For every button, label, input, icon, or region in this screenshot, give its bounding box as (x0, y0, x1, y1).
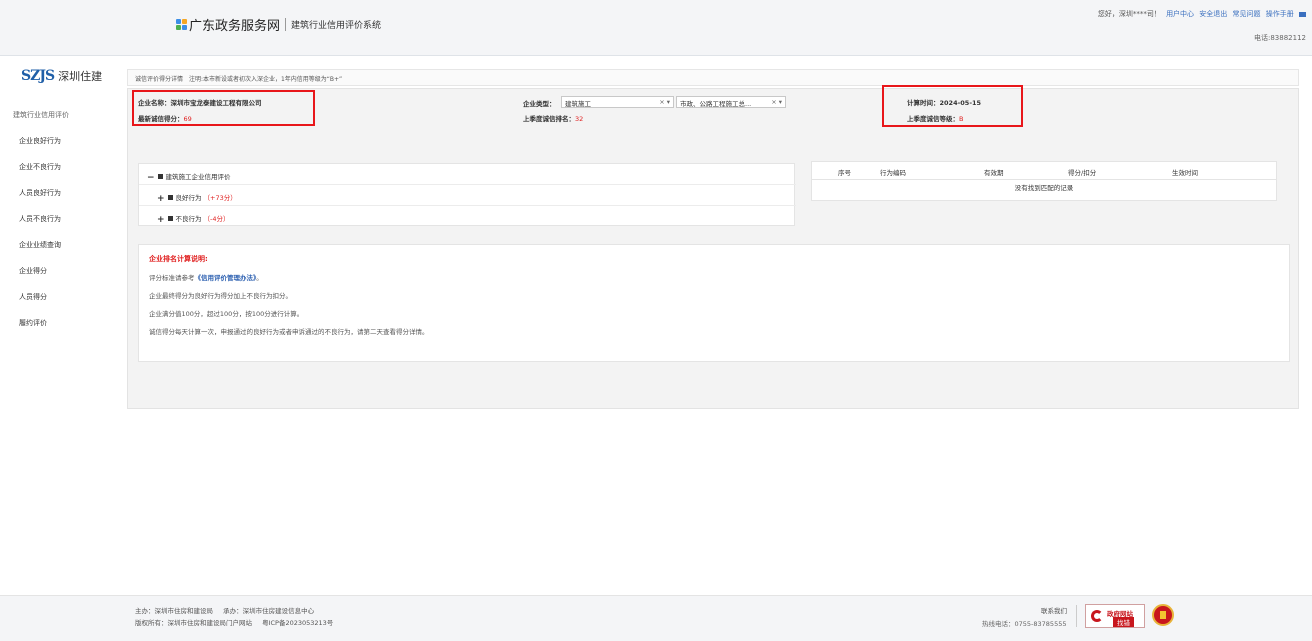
breadcrumb: 诚信评价得分详情 注明:本市新设或者初次入深企业，1年内信用等级为“B+” (127, 69, 1299, 86)
explanation-line-1: 评分标准请参考《信用评价管理办法》。 (149, 274, 263, 282)
tree-node-root[interactable]: − 建筑施工企业信用评价 (139, 164, 796, 185)
gov-badge-sub: 找错 (1113, 617, 1134, 627)
tree-bad-score: （-4分） (203, 215, 230, 223)
footer-organizer: 承办：深圳市住房建设信息中心 (223, 607, 315, 615)
qualification-value: 市政、公路工程施工总... (680, 100, 752, 108)
portal-logo[interactable]: 广东政务服务网 建筑行业信用评价系统 (176, 15, 381, 34)
user-links: 您好，深圳****司！ 用户中心 安全退出 常见问题 操作手册 (1098, 9, 1306, 19)
footer-icp[interactable]: 粤ICP备2023053213号 (262, 619, 333, 627)
tree-node-bad[interactable]: + 不良行为 （-4分） (139, 206, 796, 227)
explanation-title: 企业排名计算说明: (149, 255, 208, 263)
col-score[interactable]: 得分/扣分 (1068, 167, 1096, 177)
mail-icon[interactable] (1299, 11, 1306, 17)
folder-icon (167, 195, 173, 200)
breadcrumb-note: 注明:本市新设或者初次入深企业，1年内信用等级为“B+” (188, 76, 343, 83)
rank-row: 上季度诚信排名：32 (523, 113, 583, 123)
highlight-box-company (132, 90, 315, 126)
ranking-explanation: 企业排名计算说明: 评分标准请参考《信用评价管理办法》。 企业最终得分为良好行为… (138, 244, 1290, 362)
gov-site-error-badge[interactable]: 政府网站 找错 (1085, 604, 1145, 628)
clear-chevron-icon[interactable]: × ▾ (771, 98, 782, 106)
sidebar-item-person-bad[interactable]: 人员不良行为 (19, 214, 61, 224)
sidebar-item-performance-query[interactable]: 企业业绩查询 (19, 240, 61, 250)
company-type-select[interactable]: 建筑施工 × ▾ (561, 96, 674, 108)
gov-site-icon (1091, 610, 1103, 622)
explanation-line-3: 企业满分值100分，超过100分，按100分进行计算。 (149, 310, 304, 318)
manual-link[interactable]: 操作手册 (1266, 10, 1294, 18)
behavior-table: 序号 行为编码 有效期 得分/扣分 生效时间 没有找到匹配的记录 (811, 161, 1277, 201)
highlight-box-grade (882, 85, 1023, 127)
tree-good-label: 良好行为 (175, 194, 202, 202)
score-detail-panel: 企业名称：深圳市宝龙泰建设工程有限公司 最新诚信得分：69 企业类型： 建筑施工… (127, 85, 1299, 409)
sidebar-item-contract-evaluation[interactable]: 履约评价 (19, 318, 47, 328)
system-title: 建筑行业信用评价系统 (291, 21, 382, 31)
folder-icon (167, 216, 173, 221)
footer-copyright: 版权所有：深圳市住房和建设局门户网站 (135, 619, 252, 627)
col-index[interactable]: 序号 (838, 167, 851, 177)
party-emblem-icon[interactable] (1152, 604, 1174, 626)
user-center-link[interactable]: 用户中心 (1166, 10, 1194, 18)
col-valid-period[interactable]: 有效期 (984, 167, 1004, 177)
table-empty-message: 没有找到匹配的记录 (1014, 184, 1074, 192)
faq-link[interactable]: 常见问题 (1233, 10, 1261, 18)
tree-good-score: （+73分） (203, 194, 237, 202)
footer-divider (1076, 605, 1077, 627)
szjs-logo-text: 深圳住建 (58, 70, 103, 83)
rank-label: 上季度诚信排名： (523, 115, 575, 123)
explanation-line-4: 诚信得分每天计算一次，申报通过的良好行为或者申诉通过的不良行为，请第二天查看得分… (149, 328, 429, 336)
rank-value: 32 (575, 115, 584, 123)
sidebar-item-company-good[interactable]: 企业良好行为 (19, 136, 61, 146)
top-header: 广东政务服务网 建筑行业信用评价系统 您好，深圳****司！ 用户中心 安全退出… (0, 0, 1312, 56)
credit-policy-link[interactable]: 《信用评价管理办法》 (195, 274, 257, 282)
col-behavior-code[interactable]: 行为编码 (880, 167, 906, 177)
footer-host: 主办：深圳市住房和建设局 (135, 607, 213, 615)
col-effective-time[interactable]: 生效时间 (1172, 167, 1198, 177)
szjs-logo-mark: SZJS (21, 68, 55, 84)
greeting-text: 您好，深圳****司！ (1097, 10, 1161, 18)
clear-chevron-icon[interactable]: × ▾ (659, 98, 670, 106)
collapse-icon[interactable]: − (147, 173, 155, 183)
title-divider (285, 18, 287, 31)
breadcrumb-title: 诚信评价得分详情 (135, 76, 184, 83)
tree-bad-label: 不良行为 (175, 215, 202, 223)
sidebar: SZJS 深圳住建 建筑行业信用评价 企业良好行为 企业不良行为 人员良好行为 … (7, 62, 124, 588)
expand-icon[interactable]: + (157, 215, 165, 225)
footer-host-row: 主办：深圳市住房和建设局 承办：深圳市住房建设信息中心 (135, 605, 314, 615)
sidebar-item-company-score[interactable]: 企业得分 (19, 266, 47, 276)
company-type-value: 建筑施工 (565, 100, 591, 108)
sidebar-section-title: 建筑行业信用评价 (13, 111, 69, 119)
hotline: 热线电话：0755-83785555 (982, 620, 1067, 628)
company-type-label: 企业类型： (523, 100, 556, 108)
footer-copyright-row: 版权所有：深圳市住房和建设局门户网站 粤ICP备2023053213号 (135, 617, 333, 627)
phone-number: 电话:83882112 (1254, 34, 1306, 42)
qualification-select[interactable]: 市政、公路工程施工总... × ▾ (676, 96, 786, 108)
footer: 主办：深圳市住房和建设局 承办：深圳市住房建设信息中心 版权所有：深圳市住房和建… (0, 595, 1312, 641)
sidebar-item-person-good[interactable]: 人员良好行为 (19, 188, 61, 198)
contact-us-link[interactable]: 联系我们 (1041, 605, 1067, 615)
sidebar-item-person-score[interactable]: 人员得分 (19, 292, 47, 302)
gd-portal-icon (176, 19, 187, 30)
expand-icon[interactable]: + (157, 194, 165, 204)
tree-root-label: 建筑施工企业信用评价 (165, 173, 231, 181)
explanation-line-2: 企业最终得分为良好行为得分加上不良行为扣分。 (149, 292, 292, 300)
folder-icon (157, 174, 163, 179)
portal-title: 广东政务服务网 (189, 19, 281, 34)
sidebar-item-company-bad[interactable]: 企业不良行为 (19, 162, 61, 172)
logout-link[interactable]: 安全退出 (1199, 10, 1227, 18)
tree-node-good[interactable]: + 良好行为 （+73分） (139, 185, 796, 206)
evaluation-tree: − 建筑施工企业信用评价 + 良好行为 （+73分） + 不良行为 （-4分） (138, 163, 796, 227)
szjs-logo[interactable]: SZJS 深圳住建 (21, 68, 102, 84)
table-header: 序号 行为编码 有效期 得分/扣分 生效时间 (812, 162, 1276, 180)
